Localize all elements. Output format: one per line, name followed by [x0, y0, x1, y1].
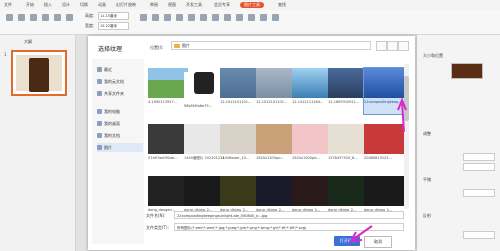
annotation-arrows [349, 97, 407, 243]
